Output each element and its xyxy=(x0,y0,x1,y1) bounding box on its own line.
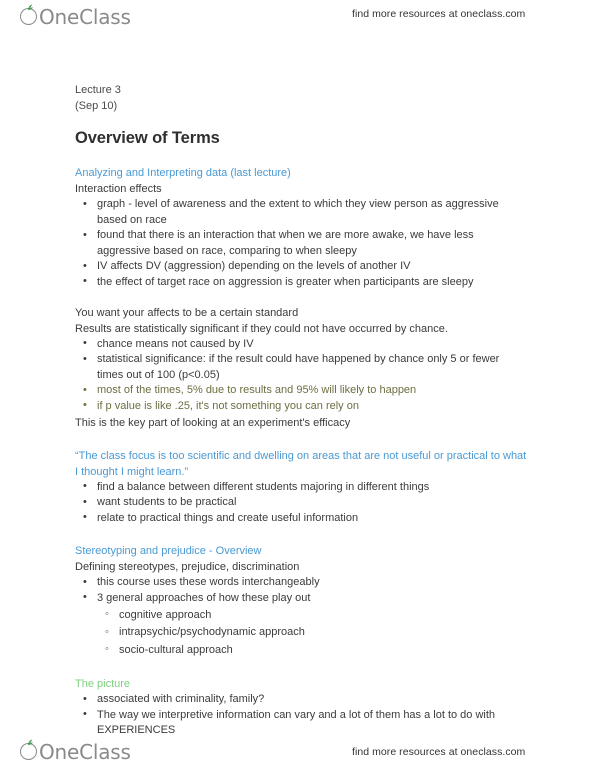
bullet-list: find a balance between different student… xyxy=(75,479,527,527)
bullet-list: associated with criminality, family? The… xyxy=(75,692,527,739)
apple-logo-icon xyxy=(20,739,39,762)
sub-list-item: cognitive approach xyxy=(75,606,527,625)
lecture-date: (Sep 10) xyxy=(75,99,118,112)
list-item: chance means not caused by IV xyxy=(75,336,527,353)
lecture-number: Lecture 3 xyxy=(75,84,121,96)
section-line: You want your affects to be a certain st… xyxy=(75,306,299,319)
bullet-list: graph - level of awareness and the exten… xyxy=(75,196,527,291)
section-subheading: Defining stereotypes, prejudice, discrim… xyxy=(75,561,300,574)
page-footer: OneClass find more resources at oneclass… xyxy=(0,734,595,768)
list-item: the effect of target race on aggression … xyxy=(75,274,527,291)
leaf-icon xyxy=(28,4,33,11)
section-statistical-significance: You want your affects to be a certain st… xyxy=(75,305,527,431)
section-subheading: Interaction effects xyxy=(75,183,162,195)
section-heading: Stereotyping and prejudice - Overview xyxy=(75,545,262,558)
apple-logo-icon xyxy=(20,4,39,27)
leaf-icon xyxy=(28,739,33,746)
list-item: associated with criminality, family? xyxy=(75,692,527,708)
list-item: this course uses these words interchange… xyxy=(75,575,527,591)
list-item: found that there is an interaction that … xyxy=(75,228,527,259)
logo-wordmark: OneClass xyxy=(39,5,131,29)
page-title: Overview of Terms xyxy=(75,129,220,147)
section-analyzing-data: Analyzing and Interpreting data (last le… xyxy=(75,165,527,291)
sub-list-item: socio-cultural approach xyxy=(75,641,527,660)
list-item: statistical significance: if the result … xyxy=(75,352,527,383)
lecture-label: Lecture 3 xyxy=(75,83,527,99)
section-line: Results are statistically significant if… xyxy=(75,322,448,335)
section-heading: The picture xyxy=(75,678,131,690)
list-item: IV affects DV (aggression) depending on … xyxy=(75,259,527,275)
section-student-quote: “The class focus is too scientific and d… xyxy=(75,448,527,527)
sub-list-item: intrapsychic/psychodynamic approach xyxy=(75,624,527,642)
section-heading: Analyzing and Interpreting data (last le… xyxy=(75,167,291,179)
oneclass-logo: OneClass xyxy=(20,4,131,32)
document-page: OneClass find more resources at oneclass… xyxy=(0,0,595,770)
list-item: graph - level of awareness and the exten… xyxy=(75,196,527,228)
sub-bullet-list: cognitive approach intrapsychic/psychody… xyxy=(75,606,527,660)
bullet-list: this course uses these words interchange… xyxy=(75,575,527,606)
logo-wordmark: OneClass xyxy=(39,740,131,764)
section-the-picture: The picture associated with criminality,… xyxy=(75,676,527,739)
section-closing-line: This is the key part of looking at an ex… xyxy=(75,416,351,429)
oneclass-logo-footer: OneClass xyxy=(20,739,131,767)
list-item: want students to be practical xyxy=(75,495,527,511)
document-content: Lecture 3 (Sep 10) Overview of Terms Ana… xyxy=(75,83,527,739)
list-item: find a balance between different student… xyxy=(75,479,527,496)
list-item-highlighted: most of the times, 5% due to results and… xyxy=(75,383,527,399)
list-item-highlighted: if p value is like .25, it's not somethi… xyxy=(75,398,527,415)
footer-tagline: find more resources at oneclass.com xyxy=(352,746,526,758)
student-quote: “The class focus is too scientific and d… xyxy=(75,449,527,478)
page-header: OneClass find more resources at oneclass… xyxy=(0,2,595,36)
list-item: 3 general approaches of how these play o… xyxy=(75,590,527,607)
bullet-list: chance means not caused by IV statistica… xyxy=(75,336,527,415)
list-item: relate to practical things and create us… xyxy=(75,510,527,527)
header-tagline: find more resources at oneclass.com xyxy=(352,8,526,20)
section-stereotyping-prejudice: Stereotyping and prejudice - Overview De… xyxy=(75,543,527,659)
